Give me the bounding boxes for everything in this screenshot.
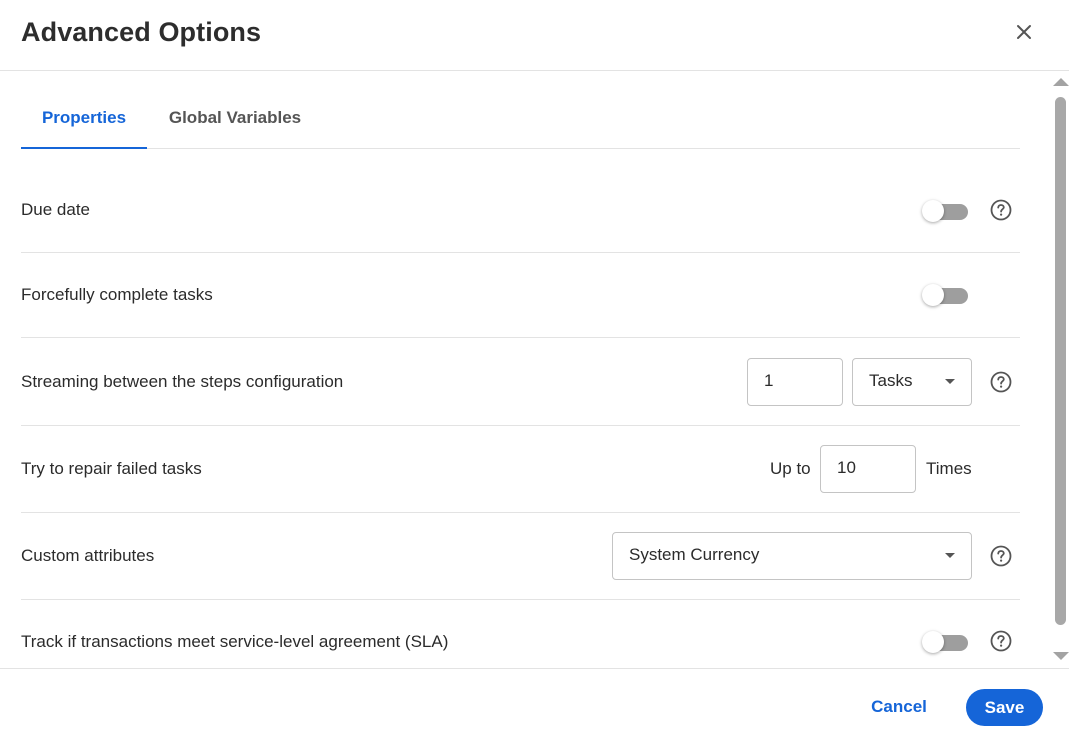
streaming-row: Streaming between the steps configuratio… bbox=[21, 338, 1020, 426]
sla-row: Track if transactions meet service-level… bbox=[21, 600, 1020, 668]
streaming-unit-value: Tasks bbox=[869, 371, 913, 390]
force-complete-label: Forcefully complete tasks bbox=[21, 285, 213, 304]
scroll-up-arrow-icon[interactable] bbox=[1053, 78, 1069, 86]
custom-attributes-select[interactable]: System Currency bbox=[612, 532, 972, 580]
custom-attributes-value: System Currency bbox=[629, 545, 760, 564]
caret-down-icon bbox=[945, 553, 955, 558]
tab-bar: Properties Global Variables bbox=[21, 90, 1020, 149]
custom-attributes-label: Custom attributes bbox=[21, 546, 155, 565]
tab-properties[interactable]: Properties bbox=[21, 90, 147, 149]
sla-toggle[interactable] bbox=[922, 630, 968, 654]
toggle-knob bbox=[922, 200, 944, 222]
help-circle-icon[interactable] bbox=[990, 371, 1012, 393]
dialog-footer: Cancel Save bbox=[0, 668, 1069, 741]
due-date-toggle[interactable] bbox=[922, 199, 968, 223]
due-date-label: Due date bbox=[21, 200, 90, 219]
help-circle-icon[interactable] bbox=[990, 545, 1012, 567]
save-button[interactable]: Save bbox=[966, 689, 1043, 726]
toggle-knob bbox=[922, 284, 944, 306]
dialog-header: Advanced Options bbox=[0, 0, 1069, 71]
dialog-title: Advanced Options bbox=[21, 17, 262, 47]
streaming-unit-select[interactable]: Tasks bbox=[852, 358, 972, 406]
scrollbar-thumb[interactable] bbox=[1055, 97, 1066, 625]
tab-global-variables[interactable]: Global Variables bbox=[158, 90, 312, 147]
streaming-count-input[interactable]: 1 bbox=[747, 358, 843, 406]
custom-attributes-row: Custom attributes System Currency bbox=[21, 513, 1020, 600]
due-date-row: Due date bbox=[21, 149, 1020, 253]
repair-suffix: Times bbox=[926, 459, 972, 478]
help-circle-icon[interactable] bbox=[990, 630, 1012, 652]
cancel-button[interactable]: Cancel bbox=[860, 689, 938, 725]
streaming-label: Streaming between the steps configuratio… bbox=[21, 372, 344, 391]
force-complete-toggle[interactable] bbox=[922, 283, 968, 307]
caret-down-icon bbox=[945, 379, 955, 384]
repair-count-input[interactable]: 10 bbox=[820, 445, 916, 493]
repair-prefix: Up to bbox=[770, 459, 811, 478]
repair-label: Try to repair failed tasks bbox=[21, 459, 202, 478]
sla-label: Track if transactions meet service-level… bbox=[21, 632, 449, 651]
scroll-down-arrow-icon[interactable] bbox=[1053, 652, 1069, 660]
force-complete-row: Forcefully complete tasks bbox=[21, 253, 1020, 338]
repair-row: Try to repair failed tasks Up to 10 Time… bbox=[21, 426, 1020, 513]
help-circle-icon[interactable] bbox=[990, 199, 1012, 221]
toggle-knob bbox=[922, 631, 944, 653]
close-icon[interactable] bbox=[1012, 20, 1036, 44]
